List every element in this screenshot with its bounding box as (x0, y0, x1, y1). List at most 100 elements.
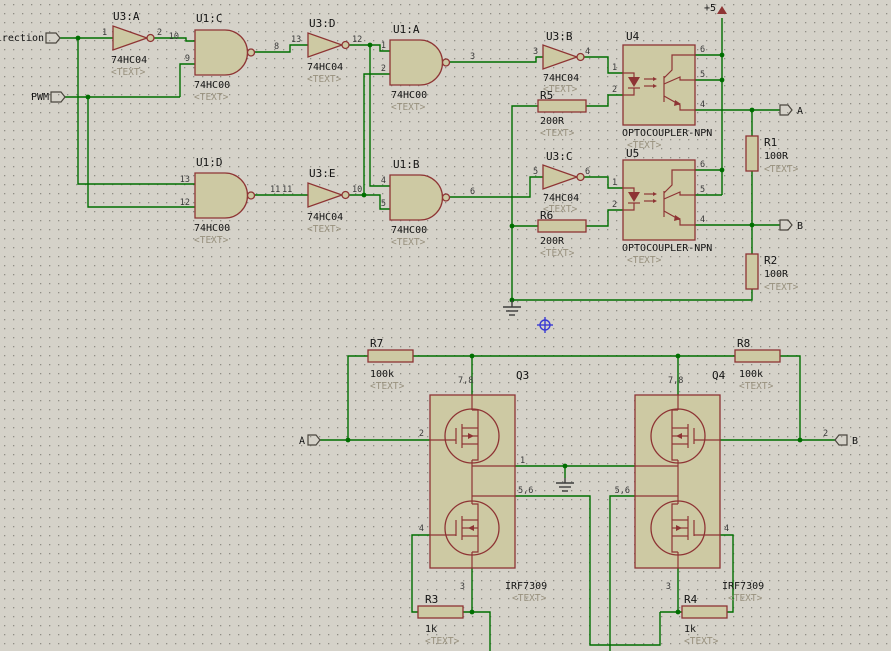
pin-number: 1 (381, 41, 386, 51)
gate-value: 74HC04 (111, 55, 147, 66)
pin-number: 2 (612, 200, 617, 210)
gate-ref: U3:A (113, 10, 140, 23)
gate-placeholder: <TEXT> (307, 74, 342, 85)
terminal-label: +5 (704, 3, 716, 14)
terminal-label: B (797, 221, 803, 232)
junction-dot (720, 168, 725, 173)
pin-number: 3 (470, 52, 475, 62)
junction-dot (470, 610, 475, 615)
pin-number: 5,6 (615, 486, 630, 496)
pin-number: 6 (700, 160, 705, 170)
part-value: 200R (540, 116, 565, 127)
part-placeholder: <TEXT> (540, 248, 575, 259)
pin-number: 13 (180, 175, 190, 185)
gate-ref: U3:E (309, 167, 336, 180)
gate-ref: U3:B (546, 30, 573, 43)
pin-number: 5 (700, 185, 705, 195)
pin-number: 2 (157, 28, 162, 38)
gate-value: 74HC00 (194, 223, 230, 234)
terminal-label: Direction (0, 33, 44, 44)
pin-number: 4 (700, 100, 705, 110)
terminal-label: B (852, 436, 858, 447)
part-value: OPTOCOUPLER-NPN (622, 243, 712, 254)
gate-ref: U3:D (309, 17, 336, 30)
pin-number: 4 (700, 215, 705, 225)
junction-dot (676, 610, 681, 615)
pin-number: 4 (585, 47, 590, 57)
pin-number: 1 (612, 63, 617, 73)
pin-number: 6 (585, 167, 590, 177)
part-ref: R8 (737, 337, 750, 350)
pin-number: 2 (381, 64, 386, 74)
part-value: 100R (764, 151, 789, 162)
part-placeholder: <TEXT> (764, 282, 799, 293)
pin-number: 1 (612, 178, 617, 188)
part-value: 100k (370, 369, 394, 380)
part-ref: R5 (540, 89, 553, 102)
schematic-canvas[interactable]: Direction PWM +5 A B A B U3:A (0, 0, 891, 651)
gate-ref: U1:B (393, 158, 420, 171)
pin-number: 13 (291, 35, 301, 45)
pin-number: 12 (352, 35, 362, 45)
pin-number: 1 (520, 456, 525, 466)
junction-dot (470, 354, 475, 359)
junction-dot (76, 36, 81, 41)
gate-placeholder: <TEXT> (391, 102, 426, 113)
part-ref: U4 (626, 30, 640, 43)
pin-number: 10 (352, 185, 362, 195)
pin-number: 3 (460, 582, 465, 592)
pin-number: 9 (185, 54, 190, 64)
part-ref: R2 (764, 254, 777, 267)
part-value: OPTOCOUPLER-NPN (622, 128, 712, 139)
pin-number: 8 (274, 42, 279, 52)
part-ref: R3 (425, 593, 438, 606)
gate-value: 74HC00 (391, 90, 427, 101)
part-value: 1k (425, 624, 437, 635)
part-placeholder: <TEXT> (512, 593, 547, 604)
junction-dot (750, 108, 755, 113)
part-value: 100k (739, 369, 763, 380)
pin-number: 4 (724, 524, 729, 534)
gate-ref: U1:C (196, 12, 223, 25)
pin-number: 3 (666, 582, 671, 592)
terminal-label: PWM (31, 92, 49, 103)
pin-number: 7,8 (668, 376, 683, 386)
part-ref: R7 (370, 337, 383, 350)
part-value: 1k (684, 624, 696, 635)
junction-dot (346, 438, 351, 443)
pin-number: 7,8 (458, 376, 473, 386)
pin-number: 5 (381, 199, 386, 209)
part-ref: R6 (540, 209, 553, 222)
junction-dot (798, 438, 803, 443)
pin-number: 10 (169, 32, 179, 42)
pin-number: 3 (533, 47, 538, 57)
pin-number: 2 (612, 85, 617, 95)
part-placeholder: <TEXT> (540, 128, 575, 139)
part-ref: R4 (684, 593, 698, 606)
pin-number: 11 (270, 185, 280, 195)
pin-number: 1 (102, 28, 107, 38)
gate-ref: U3:C (546, 150, 573, 163)
pin-number: 5 (700, 70, 705, 80)
pin-number: 6 (700, 45, 705, 55)
pin-number: 11 (282, 185, 292, 195)
gate-value: 74HC00 (391, 225, 427, 236)
gate-value: 74HC04 (543, 73, 579, 84)
part-value: IRF7309 (505, 581, 547, 592)
part-placeholder: <TEXT> (739, 381, 774, 392)
junction-dot (510, 224, 515, 229)
pin-number: 2 (419, 429, 424, 439)
pin-number: 5 (533, 167, 538, 177)
part-placeholder: <TEXT> (728, 593, 763, 604)
junction-dot (750, 223, 755, 228)
part-placeholder: <TEXT> (370, 381, 405, 392)
junction-dot (720, 53, 725, 58)
gate-ref: U1:A (393, 23, 420, 36)
gate-value: 74HC04 (307, 62, 343, 73)
gate-placeholder: <TEXT> (111, 67, 146, 78)
part-ref: Q4 (712, 369, 726, 382)
gate-value: 74HC00 (194, 80, 230, 91)
terminal-label: A (299, 436, 305, 447)
part-ref: Q3 (516, 369, 529, 382)
gate-value: 74HC04 (543, 193, 579, 204)
